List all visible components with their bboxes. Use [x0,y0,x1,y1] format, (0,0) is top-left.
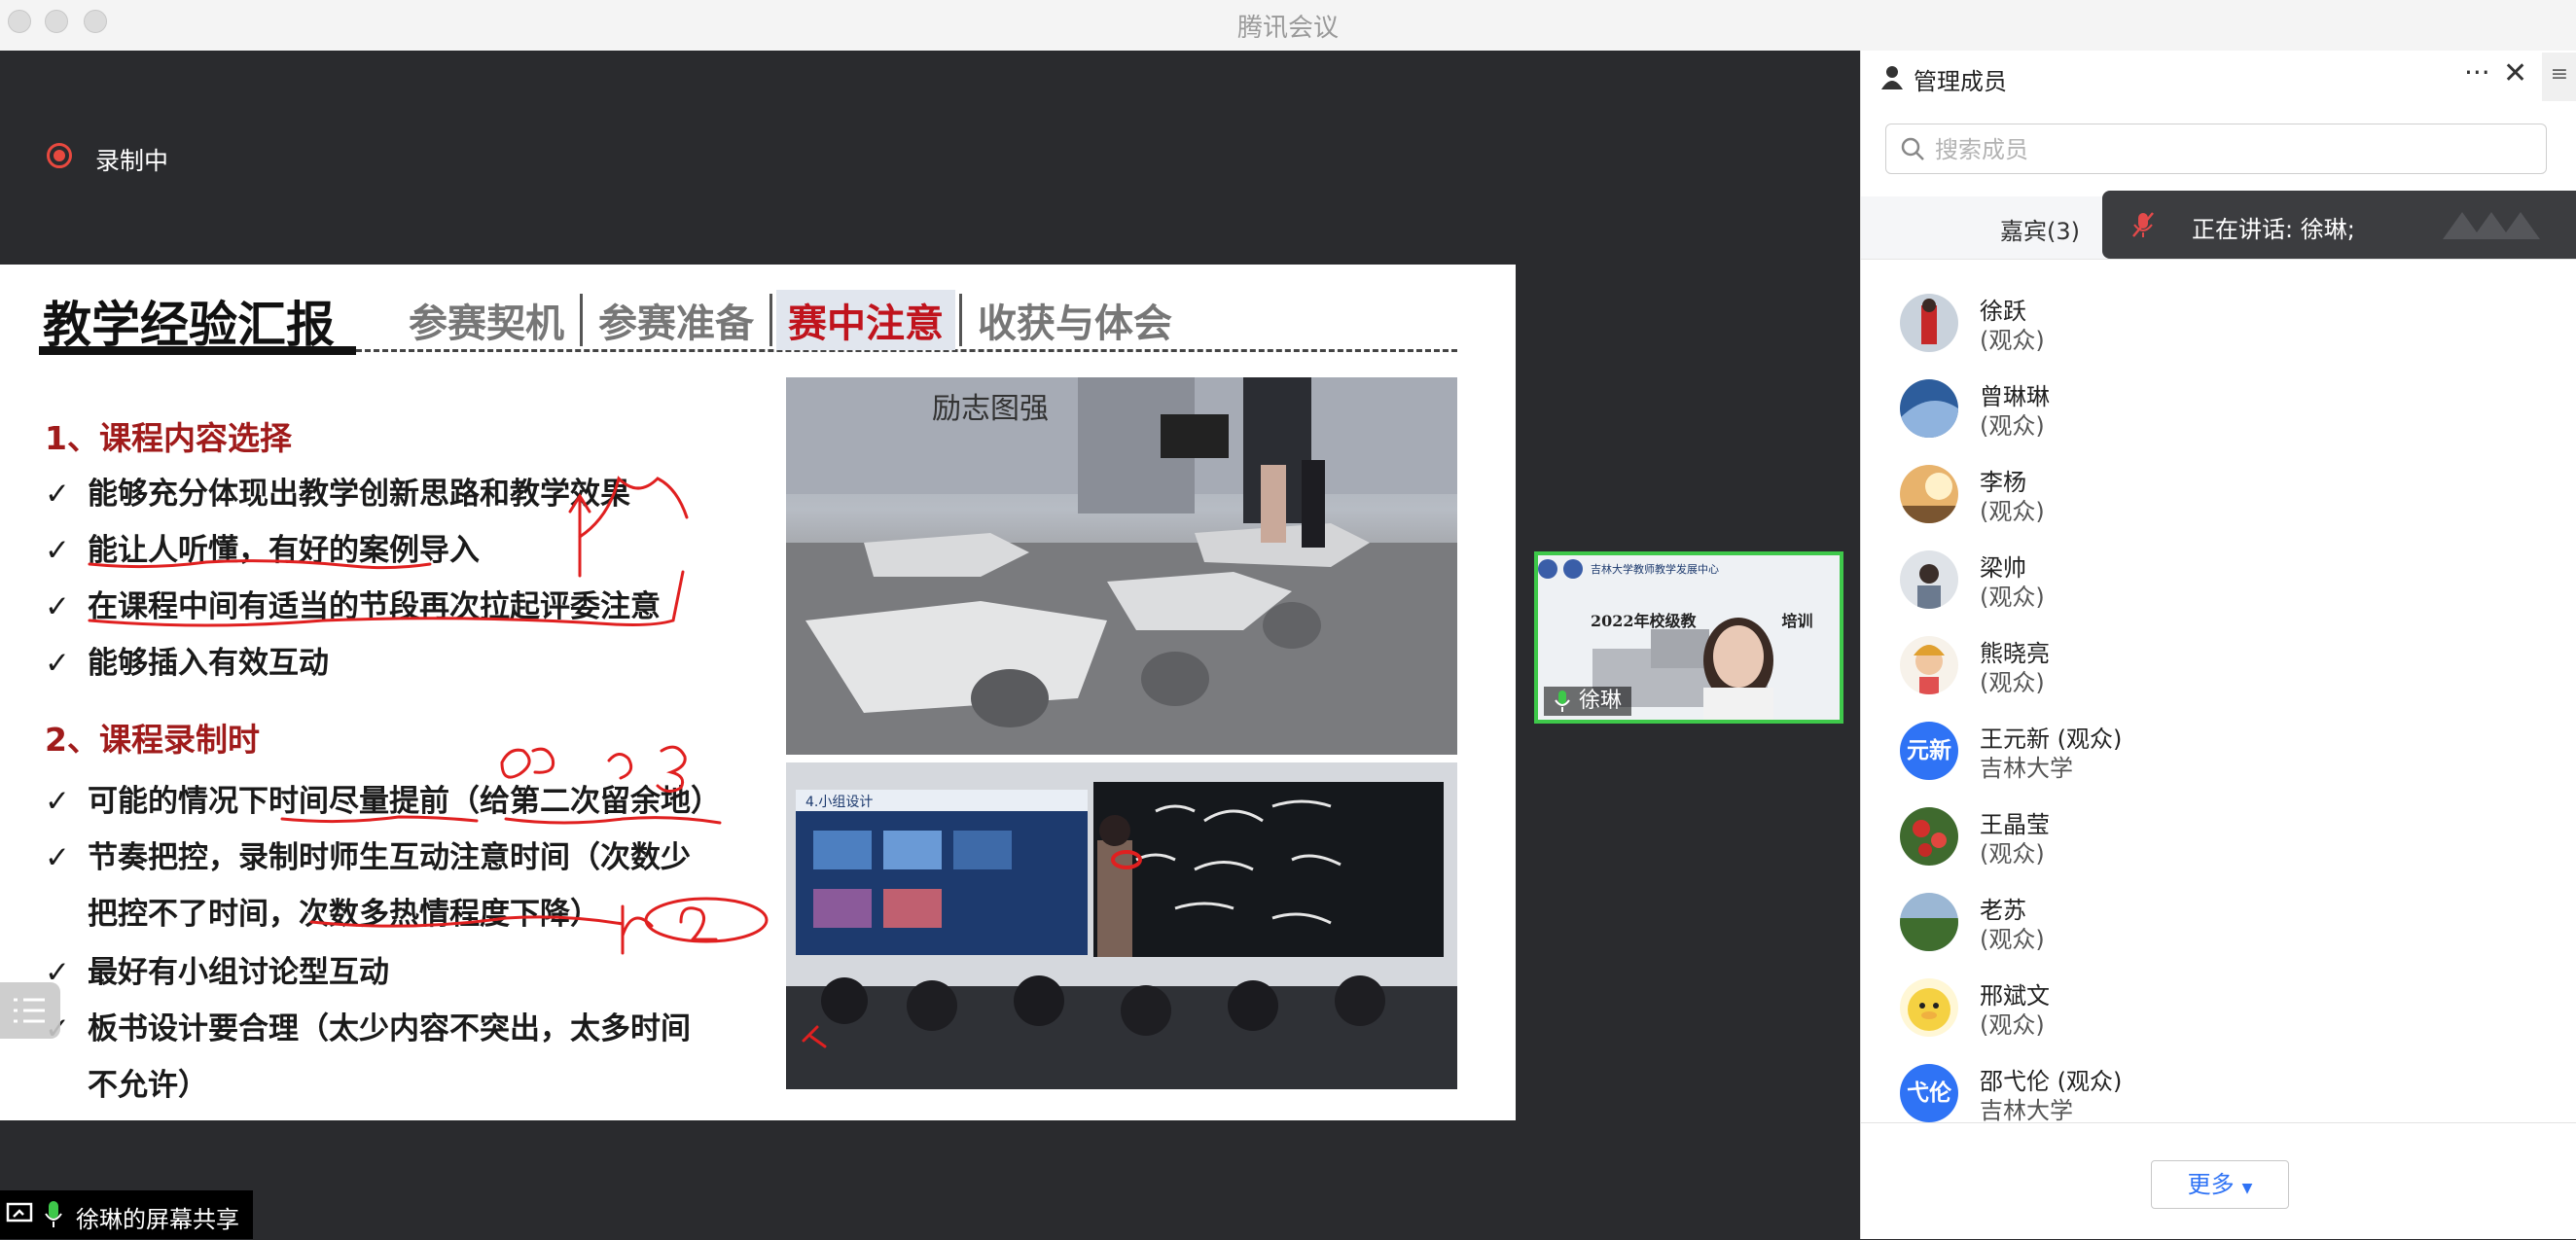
lecture-photo: 4.小组设计 [786,762,1457,1089]
member-item[interactable]: 王晶莹 (观众) [1861,794,2576,879]
tab-guests[interactable]: 嘉宾(3) [2000,212,2080,246]
member-role: (观众) [1980,327,2045,354]
member-role: (观众) [1980,926,2045,953]
wall-sign: 励志图强 [932,392,1049,426]
bullet-item: ✓ 可能的情况下时间尽量提前（给第二次留余地） [45,784,721,819]
bullet-item: ✓ 在课程中间有适当的节段再次拉起评委注意 [45,589,661,624]
bullet-continuation: 把控不了时间，次数多热情程度下降） [88,897,600,932]
window-title: 腾讯会议 [1236,14,1339,43]
speaking-text: 正在讲话: 徐琳; [2192,216,2355,243]
more-options-icon[interactable]: ··· [2464,56,2490,89]
panel-title: 管理成员 [1914,68,2007,95]
member-item[interactable]: 邢斌文 (观众) [1861,965,2576,1050]
avatar [1900,978,1958,1037]
slide-tab: 收获与体会 [978,301,1172,346]
title-bar: 腾讯会议 [0,0,2576,52]
member-role: (观众) [1980,1011,2045,1039]
speaking-indicator: 正在讲话: 徐琳; [2102,191,2576,259]
check-icon: ✓ [45,533,70,568]
more-button[interactable]: 更多 ▼ [2151,1160,2289,1209]
member-role: 吉林大学 [1980,755,2073,782]
check-icon: ✓ [45,840,70,875]
microphone-icon [45,1201,62,1227]
tab-separator [959,294,962,346]
panel-footer: 更多 ▼ [1861,1122,2576,1240]
avatar [1900,636,1958,694]
speaker-name-tag: 徐琳 [1544,687,1632,716]
recording-label[interactable]: 录制中 [95,142,168,177]
screen-share-icon [6,1202,33,1222]
member-item[interactable]: 李杨 (观众) [1861,451,2576,537]
bullet-item: ✓ 最好有小组讨论型互动 [45,955,389,990]
classroom-photo: 励志图强 [786,377,1457,755]
avatar [1900,550,1958,609]
bullet-item: ✓ 能让人听懂，有好的案例导入 [45,533,480,568]
slide-tab-active: 赛中注意 [776,290,955,350]
slide-tab: 参赛准备 [598,301,754,346]
search-input[interactable] [1933,132,2521,167]
screen-share-indicator[interactable]: 徐琳的屏幕共享 [0,1190,253,1239]
check-icon: ✓ [45,784,70,819]
slide-list-button[interactable] [0,982,60,1039]
avatar: 元新 [1900,722,1958,780]
video-org-text: 吉林大学教师教学发展中心 [1591,562,1719,576]
tab-separator [580,294,583,346]
caret-down-icon: ▼ [2241,1181,2253,1196]
bullet-item: ✓ 能够插入有效互动 [45,646,329,681]
title-underline [39,346,356,355]
section-heading: 2、课程录制时 [45,721,260,759]
avatar [1900,893,1958,951]
member-role: 吉林大学 [1980,1097,2073,1124]
tencent-meeting-logo-icon [2443,212,2540,239]
member-item[interactable]: 徐跃 (观众) [1861,280,2576,366]
member-item[interactable]: 老苏 (观众) [1861,879,2576,965]
bullet-item: ✓ 节奏把控，录制时师生互动注意时间（次数少 [45,840,691,875]
check-icon: ✓ [45,646,70,681]
member-search [1885,124,2547,174]
member-role: (观众) [1980,412,2045,440]
member-role: (观众) [1980,669,2045,696]
member-item[interactable]: 曾琳琳 (观众) [1861,366,2576,451]
muted-mic-icon [2132,212,2154,237]
avatar [1900,807,1958,866]
tab-separator [769,294,772,346]
person-icon [1881,66,1903,89]
panel-header: 管理成员 ··· ✕ ≡ [1861,51,2576,105]
slide-tabs: 参赛契机 参赛准备 赛中注意 收获与体会 [397,290,1184,350]
microphone-icon [1555,691,1570,712]
member-role: (观众) [1980,840,2045,868]
bullet-item: ✓ 能够充分体现出教学创新思路和教学效果 [45,477,630,512]
member-item[interactable]: 梁帅 (观众) [1861,537,2576,622]
section-heading: 1、课程内容选择 [45,419,292,457]
slide-tab: 参赛契机 [409,301,564,346]
check-icon: ✓ [45,477,70,512]
search-icon [1901,137,1924,160]
recording-icon[interactable] [47,143,72,168]
member-role: (观众) [1980,498,2045,525]
member-item[interactable]: 熊晓亮 (观众) [1861,622,2576,708]
avatar [1900,294,1958,352]
member-item[interactable]: 元新 王元新 (观众) 吉林大学 [1861,708,2576,794]
close-panel-icon[interactable]: ✕ [2503,56,2527,90]
screen-share-label: 徐琳的屏幕共享 [76,1206,239,1233]
shared-slide: 教学经验汇报 参赛契机 参赛准备 赛中注意 收获与体会 1、课程内容选择 ✓ 能够… [0,265,1516,1120]
check-icon: ✓ [45,589,70,624]
video-caption: 2022年校级教 培训 [1591,612,1813,630]
screen-title: 4.小组设计 [805,795,873,810]
bullet-continuation: 不允许） [88,1068,208,1103]
panel-menu-icon[interactable]: ≡ [2542,53,2576,101]
avatar [1900,379,1958,438]
avatar: 弋伦 [1900,1064,1958,1122]
speaker-video-tile[interactable]: 吉林大学教师教学发展中心 2022年校级教 培训 徐琳 [1534,551,1843,724]
member-role: (观众) [1980,584,2045,611]
member-panel: 管理成员 ··· ✕ ≡ 嘉宾(3) 正在讲话: 徐琳; 徐跃 (观众) 曾琳琳 [1860,51,2576,1239]
bullet-item: ✓板书设计要合理（太少内容不突出，太多时间 [45,1004,691,1047]
avatar [1900,465,1958,523]
